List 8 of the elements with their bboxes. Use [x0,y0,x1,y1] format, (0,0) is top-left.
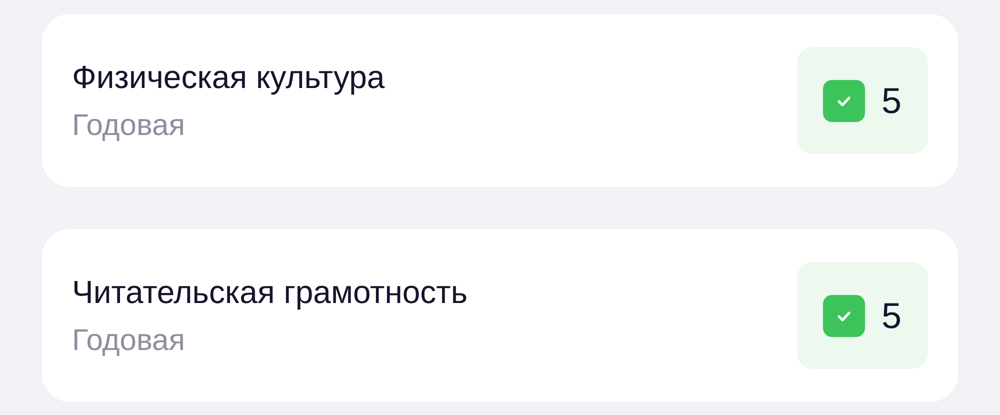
grade-period: Годовая [72,108,186,144]
subject-name: Физическая культура [72,58,385,96]
subject-card[interactable]: Читательская грамотность Годовая 5 [42,229,958,402]
grade-value: 5 [881,296,902,336]
subject-card[interactable]: Физическая культура Годовая 5 [42,14,958,187]
grade-period: Годовая [72,322,186,358]
subject-name: Читательская грамотность [72,272,468,312]
grade-value: 5 [881,80,902,120]
